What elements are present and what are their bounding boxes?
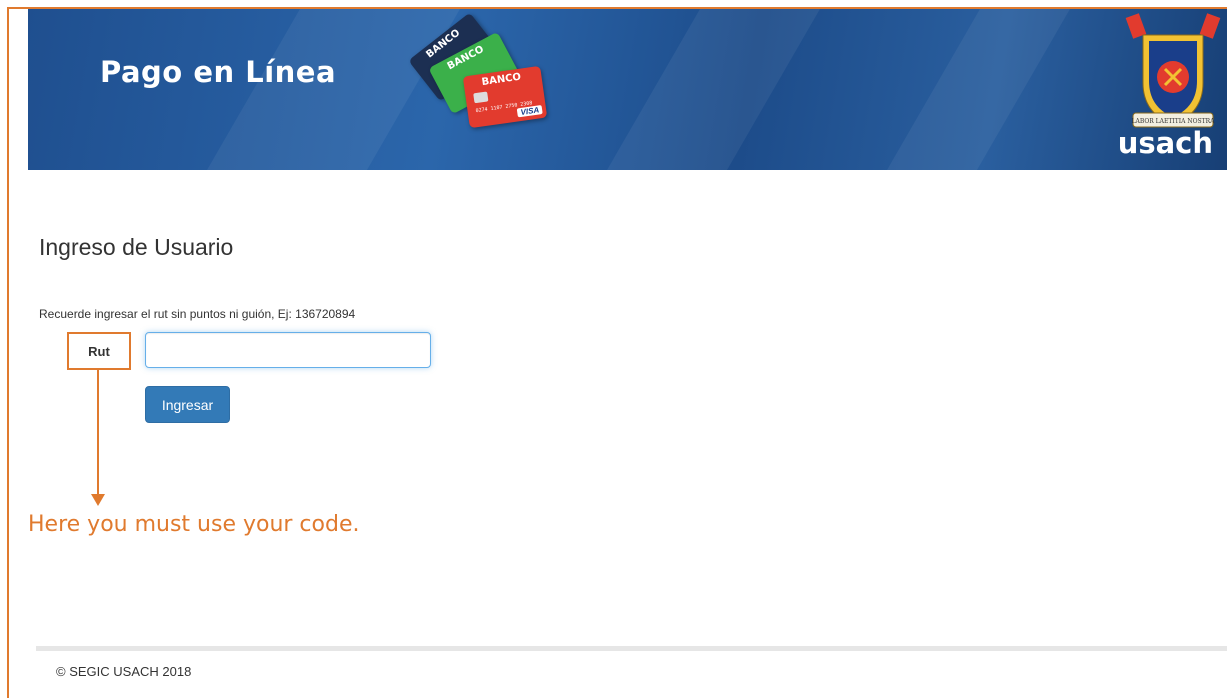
banner-streak xyxy=(864,9,1082,170)
rut-input[interactable] xyxy=(145,332,431,368)
annotation-arrow-line xyxy=(97,370,99,494)
rut-hint-text: Recuerde ingresar el rut sin puntos ni g… xyxy=(39,307,356,321)
ingresar-button[interactable]: Ingresar xyxy=(145,386,230,423)
card-label: BANCO xyxy=(481,71,522,89)
rut-label: Rut xyxy=(67,332,131,370)
header-banner: Pago en Línea BANCO BANCO BANCO 0274 110… xyxy=(28,9,1227,170)
card-chip-icon xyxy=(473,91,489,104)
footer-divider xyxy=(36,646,1227,651)
credit-cards-illustration: BANCO BANCO BANCO 0274 1107 2750 2308 VI… xyxy=(388,12,558,139)
credit-card-icon: BANCO 0274 1107 2750 2308 VISA xyxy=(462,65,548,129)
login-heading: Ingreso de Usuario xyxy=(39,234,234,260)
usach-logo-text: usach xyxy=(1117,126,1213,160)
banner-streak xyxy=(584,9,832,170)
site-title: Pago en Línea xyxy=(100,55,337,89)
annotation-frame-left xyxy=(7,7,9,698)
annotation-arrow-head-icon xyxy=(91,494,105,506)
crest-motto: LABOR LAETITIA NOSTRA xyxy=(1132,118,1216,125)
visa-logo: VISA xyxy=(517,105,543,118)
annotation-note: Here you must use your code. xyxy=(28,512,360,537)
footer-copyright: © SEGIC USACH 2018 xyxy=(56,664,192,679)
